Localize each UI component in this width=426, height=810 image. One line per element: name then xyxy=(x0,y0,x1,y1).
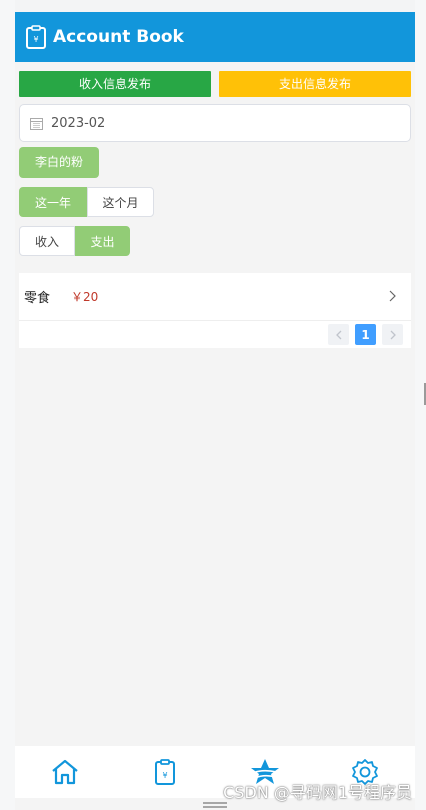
app-title: Account Book xyxy=(53,27,184,47)
date-value: 2023-02 xyxy=(51,115,106,131)
chevron-right-icon xyxy=(390,330,396,339)
clipboard-yen-icon: ¥ xyxy=(26,25,46,49)
home-icon xyxy=(52,759,78,785)
app-header: ¥ Account Book xyxy=(15,12,415,62)
period-month-option[interactable]: 这个月 xyxy=(87,187,154,217)
clipboard-icon: ¥ xyxy=(155,759,175,785)
svg-text:¥: ¥ xyxy=(33,35,38,44)
tab-records[interactable]: ¥ xyxy=(145,752,185,792)
tab-home[interactable] xyxy=(45,752,85,792)
pagination: 1 xyxy=(19,321,411,348)
watermark-text: CSDN @寻码网1号程序员 xyxy=(223,783,412,802)
type-expense-option[interactable]: 支出 xyxy=(75,226,130,256)
user-tag-button[interactable]: 李白的粉 xyxy=(19,147,99,178)
period-year-option[interactable]: 这一年 xyxy=(19,187,87,217)
income-publish-button[interactable]: 收入信息发布 xyxy=(19,71,211,97)
chevron-left-icon xyxy=(335,330,341,339)
expense-publish-button[interactable]: 支出信息发布 xyxy=(219,71,411,97)
calendar-icon xyxy=(30,117,43,130)
record-category: 零食 xyxy=(24,291,51,306)
app-window: ¥ Account Book 收入信息发布 支出信息发布 2023-02 李白的… xyxy=(15,12,415,810)
record-amount: ￥20 xyxy=(71,290,99,304)
period-toggle: 这一年 这个月 xyxy=(19,187,415,217)
date-picker[interactable]: 2023-02 xyxy=(19,104,411,142)
publish-buttons: 收入信息发布 支出信息发布 xyxy=(15,71,415,97)
left-frame xyxy=(0,0,15,810)
right-frame xyxy=(415,0,426,810)
type-income-option[interactable]: 收入 xyxy=(19,226,75,256)
next-page-button[interactable] xyxy=(382,324,403,345)
menu-lines-icon xyxy=(203,802,227,808)
page-number-button[interactable]: 1 xyxy=(355,324,376,345)
prev-page-button[interactable] xyxy=(328,324,349,345)
record-row[interactable]: 零食 ￥20 xyxy=(19,273,411,321)
chevron-right-icon xyxy=(389,290,396,302)
svg-text:¥: ¥ xyxy=(162,771,167,780)
type-toggle: 收入 支出 xyxy=(19,226,415,256)
